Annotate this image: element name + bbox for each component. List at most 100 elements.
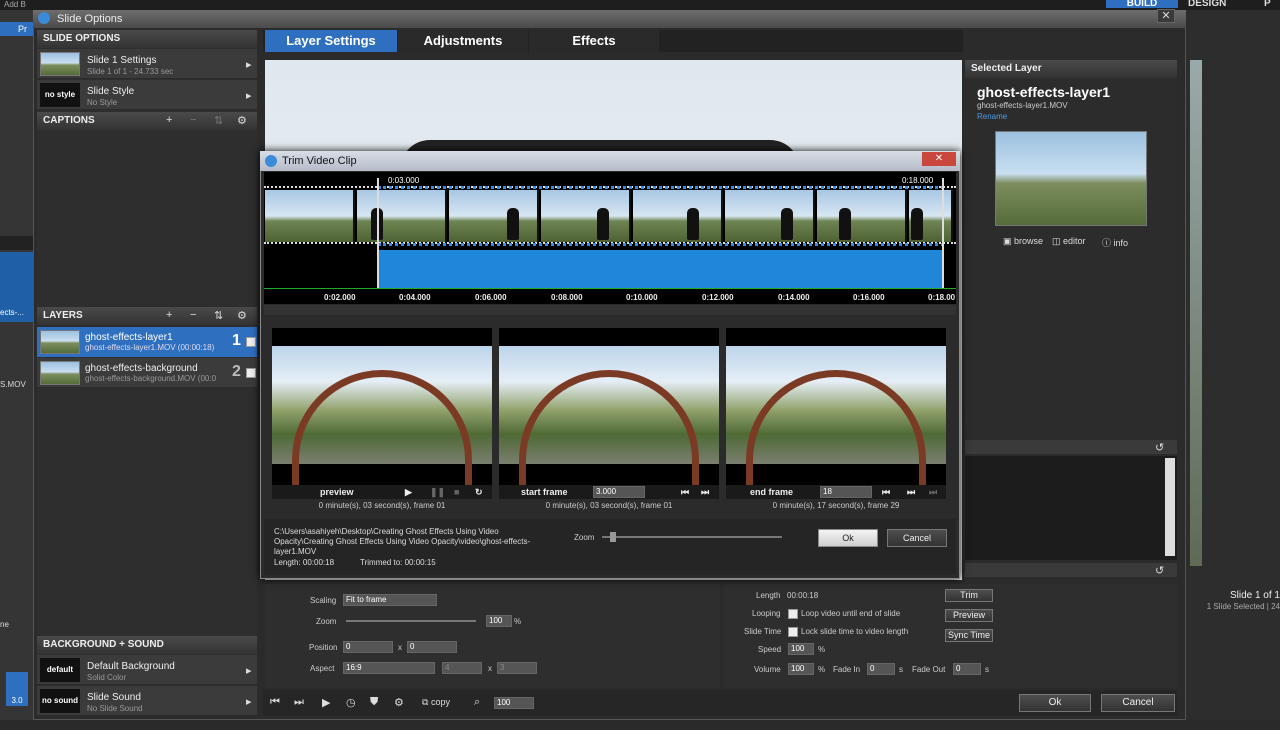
- scaling-label: Scaling: [310, 596, 337, 605]
- remove-caption-icon[interactable]: −: [190, 114, 196, 126]
- tick-label: 0:10.000: [626, 293, 658, 302]
- prev-frame-icon[interactable]: ⏮: [882, 485, 890, 499]
- trim-end-handle[interactable]: [942, 178, 944, 288]
- reorder-layer-icon[interactable]: ⇅: [214, 309, 223, 322]
- zoom-input[interactable]: 100: [486, 615, 512, 627]
- tab-layer-settings[interactable]: Layer Settings: [265, 30, 397, 52]
- dialog-zoom-label: Zoom: [574, 533, 595, 542]
- tab-adjustments[interactable]: Adjustments: [398, 30, 528, 52]
- film-frame: [265, 190, 355, 242]
- looping-checkbox[interactable]: [788, 609, 798, 619]
- trim-button[interactable]: Trim: [945, 589, 993, 602]
- caption-settings-gear-icon[interactable]: ⚙: [237, 114, 247, 127]
- remove-layer-icon[interactable]: −: [190, 309, 196, 321]
- volume-input[interactable]: 100: [788, 663, 814, 675]
- browse-button[interactable]: ▣ browse: [1003, 236, 1043, 247]
- prev-frame-icon[interactable]: ⏮: [681, 485, 689, 499]
- dialog-close-button[interactable]: ✕: [922, 152, 956, 166]
- layer-1-checkbox[interactable]: [246, 337, 256, 347]
- trim-selection-range[interactable]: [378, 250, 944, 288]
- window-close-button[interactable]: ✕: [1157, 9, 1175, 23]
- publish-tab[interactable]: P: [1264, 0, 1271, 8]
- editor-button[interactable]: ◫ editor: [1052, 236, 1086, 247]
- shield-icon[interactable]: ⛊: [370, 696, 378, 709]
- tab-effects[interactable]: Effects: [529, 30, 659, 52]
- play-icon[interactable]: ▶: [322, 696, 330, 709]
- reorder-caption-icon[interactable]: ⇅: [214, 114, 223, 127]
- cancel-button[interactable]: Cancel: [1101, 694, 1175, 712]
- end-frame-input[interactable]: 18: [820, 486, 872, 498]
- design-tab[interactable]: DESIGN: [1188, 0, 1226, 8]
- build-tab[interactable]: BUILD: [1106, 0, 1178, 8]
- add-layer-icon[interactable]: +: [166, 309, 172, 321]
- dialog-ok-button[interactable]: Ok: [818, 529, 878, 547]
- preview-bar: preview ▶ ❚❚ ■ ↻: [272, 485, 492, 499]
- reset-icon[interactable]: ↺: [1155, 441, 1164, 454]
- info-icon: ⓘ: [1102, 238, 1114, 248]
- looping-label: Looping: [752, 609, 781, 618]
- fade-in-input[interactable]: 0: [867, 663, 895, 675]
- end-icon[interactable]: ⏭: [929, 485, 937, 499]
- dialog-zoom-thumb[interactable]: [610, 532, 616, 542]
- slide-sound-sub: No Slide Sound: [87, 704, 143, 713]
- slide-time-checkbox[interactable]: [788, 627, 798, 637]
- timeline-scrollbar[interactable]: [264, 305, 956, 315]
- fade-in-unit: s: [899, 665, 903, 674]
- start-frame-input[interactable]: 3.000: [593, 486, 645, 498]
- slide-sound-title: Slide Sound: [87, 692, 141, 703]
- pause-icon[interactable]: ❚❚: [430, 485, 445, 499]
- length-value: 00:00:18: [787, 591, 819, 600]
- rename-link[interactable]: Rename: [977, 112, 1007, 121]
- fade-in-label: Fade In: [833, 665, 861, 674]
- skip-back-icon[interactable]: ⏮: [270, 696, 280, 709]
- zoom-slider[interactable]: [346, 620, 476, 622]
- copy-button[interactable]: ⧉ copy: [422, 697, 450, 708]
- gear-icon[interactable]: ⚙: [394, 696, 404, 709]
- position-x-input[interactable]: 0: [343, 641, 393, 653]
- position-label: Position: [309, 643, 338, 652]
- tick-label: 0:16.000: [853, 293, 885, 302]
- end-marker-label: 0:18.000: [902, 176, 934, 185]
- aspect-height-input[interactable]: 3: [497, 662, 537, 674]
- aspect-select[interactable]: 16:9: [343, 662, 435, 674]
- dialog-cancel-button[interactable]: Cancel: [887, 529, 947, 547]
- app-project-tab[interactable]: Pr: [0, 22, 34, 36]
- aspect-width-input[interactable]: 4: [442, 662, 482, 674]
- start-frame-info: 0 minute(s), 03 second(s), frame 01: [545, 501, 673, 510]
- panel-divider-2: [965, 563, 1177, 577]
- slide-time-text: Lock slide time to video length: [801, 627, 909, 636]
- skip-forward-icon[interactable]: ⏭: [294, 696, 304, 709]
- reset-icon[interactable]: ↺: [1155, 564, 1164, 577]
- next-frame-icon[interactable]: ⏭: [907, 485, 915, 499]
- layer-settings-gear-icon[interactable]: ⚙: [237, 309, 247, 322]
- chevron-right-icon: ▸: [246, 59, 252, 71]
- next-frame-icon[interactable]: ⏭: [701, 485, 709, 499]
- layer-2-checkbox[interactable]: [246, 368, 256, 378]
- position-y-input[interactable]: 0: [407, 641, 457, 653]
- panel-scrollbar[interactable]: [1165, 458, 1175, 556]
- ok-button[interactable]: Ok: [1019, 694, 1091, 712]
- tick-label: 0:18.00: [928, 293, 956, 302]
- stop-icon[interactable]: ■: [454, 485, 459, 499]
- tick-label: 0:08.000: [551, 293, 583, 302]
- loop-icon[interactable]: ↻: [475, 485, 483, 499]
- preview-button[interactable]: Preview: [945, 609, 993, 622]
- app-file-label: S.MOV: [0, 380, 26, 389]
- dialog-zoom-slider[interactable]: [602, 536, 782, 538]
- info-button[interactable]: ⓘ info: [1102, 236, 1128, 249]
- speed-input[interactable]: 100: [788, 643, 814, 655]
- tick-label: 0:14.000: [778, 293, 810, 302]
- selected-layer-name: ghost-effects-layer1: [977, 84, 1111, 100]
- bottom-zoom-input[interactable]: 100: [494, 697, 534, 709]
- slides-selected: 1 Slide Selected | 24: [1206, 602, 1280, 611]
- timer-icon[interactable]: ◷: [346, 696, 356, 709]
- sync-time-button[interactable]: Sync Time: [945, 629, 993, 642]
- selected-layer-thumbnail: [995, 131, 1147, 226]
- trim-start-handle[interactable]: [377, 178, 379, 288]
- add-caption-icon[interactable]: +: [166, 114, 172, 126]
- fade-out-input[interactable]: 0: [953, 663, 981, 675]
- play-icon[interactable]: ▶: [405, 485, 412, 499]
- app-ne-label: ne: [0, 620, 9, 629]
- window-title: Slide Options: [33, 10, 1186, 28]
- scaling-select[interactable]: Fit to frame: [343, 594, 437, 606]
